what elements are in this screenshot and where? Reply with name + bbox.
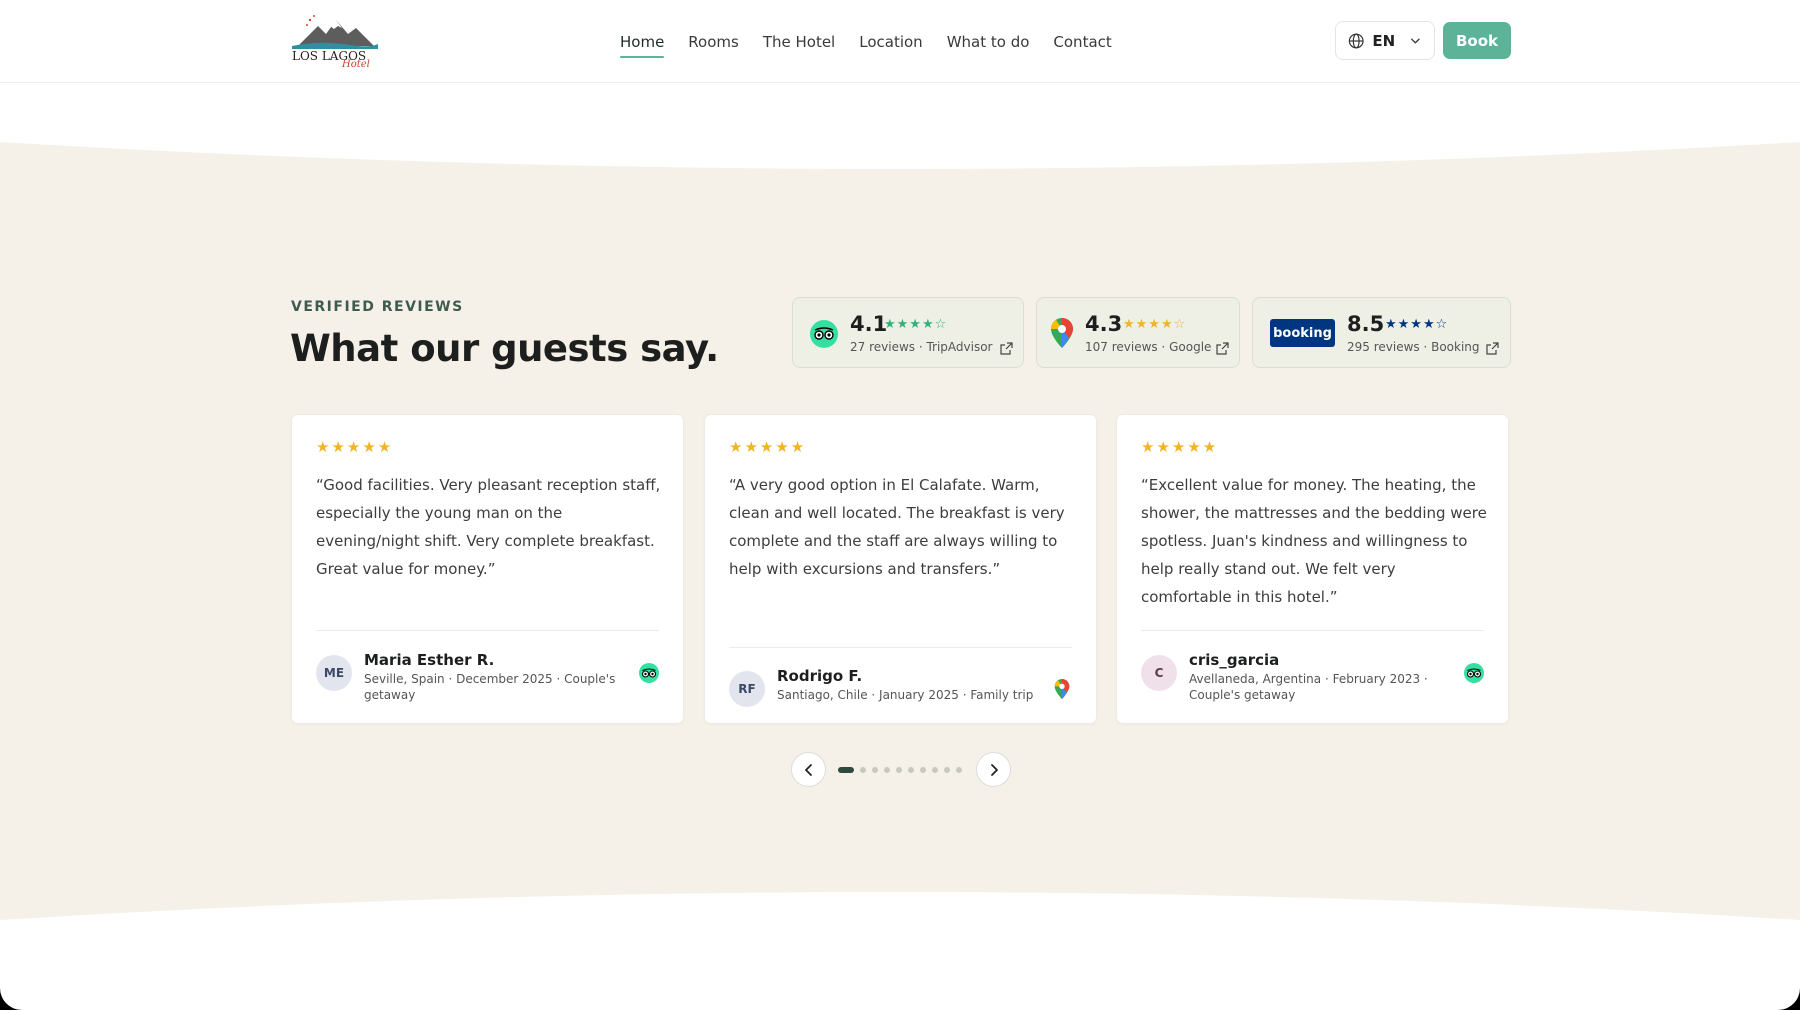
rating-summary: 107 reviews · Google — [1085, 340, 1212, 354]
pager-dot[interactable] — [838, 767, 854, 773]
tripadvisor-icon — [810, 320, 838, 348]
carousel-pager — [791, 752, 1011, 788]
rating-score: 4.1 — [850, 312, 888, 336]
pager-dot[interactable] — [956, 767, 962, 773]
pager-dot[interactable] — [944, 767, 950, 773]
chevron-right-icon — [990, 763, 998, 776]
tripadvisor-icon — [639, 663, 659, 683]
review-text: “A very good option in El Calafate. Warm… — [729, 476, 1065, 578]
google-maps-pin-icon — [1051, 318, 1073, 348]
rating-summary: 27 reviews · TripAdvisor — [850, 340, 993, 354]
reviewer-meta: Seville, Spain · December 2025 · Couple'… — [364, 672, 616, 702]
pager-dot[interactable] — [884, 767, 890, 773]
rating-card-tripadvisor[interactable]: 4.1 ★★★★☆ 27 reviews · TripAdvisor — [792, 297, 1024, 368]
site-header: LOS LAGOS Hotel Home Rooms The Hotel Loc… — [0, 0, 1800, 83]
divider — [1141, 630, 1484, 631]
nav-contact[interactable]: Contact — [1053, 27, 1111, 57]
google-maps-pin-icon — [1054, 679, 1070, 699]
reviewer-name: Rodrigo F. — [777, 667, 863, 685]
section-title: What our guests say. — [290, 327, 719, 370]
review-card: ★★★★★ “Good facilities. Very pleasant re… — [291, 414, 684, 724]
book-button[interactable]: Book — [1443, 22, 1511, 59]
pager-dot[interactable] — [860, 767, 866, 773]
pager-dot[interactable] — [896, 767, 902, 773]
rating-stars: ★★★★☆ — [884, 317, 948, 332]
tripadvisor-icon — [1464, 663, 1484, 683]
nav-home[interactable]: Home — [620, 27, 665, 58]
rating-card-google[interactable]: 4.3 ★★★★☆ 107 reviews · Google — [1036, 297, 1240, 368]
nav-rooms[interactable]: Rooms — [688, 27, 739, 57]
divider — [729, 647, 1072, 648]
booking-logo: booking — [1270, 319, 1335, 347]
nav-what-to-do[interactable]: What to do — [947, 27, 1030, 57]
hotel-logo[interactable]: LOS LAGOS Hotel — [290, 12, 380, 70]
rating-score: 8.5 — [1347, 312, 1385, 336]
prev-button[interactable] — [791, 752, 826, 787]
nav-location[interactable]: Location — [859, 27, 922, 57]
review-card: ★★★★★ “A very good option in El Calafate… — [704, 414, 1097, 724]
page: LOS LAGOS Hotel Home Rooms The Hotel Loc… — [0, 0, 1800, 1010]
language-label: EN — [1372, 31, 1396, 50]
review-stars: ★★★★★ — [729, 438, 807, 456]
review-stars: ★★★★★ — [316, 438, 394, 456]
nav-the-hotel[interactable]: The Hotel — [763, 27, 835, 57]
rating-stars: ★★★★☆ — [1123, 317, 1187, 332]
reviewer-name: Maria Esther R. — [364, 651, 495, 669]
svg-text:Hotel: Hotel — [341, 59, 370, 68]
pager-dot[interactable] — [932, 767, 938, 773]
pager-dot[interactable] — [872, 767, 878, 773]
section-eyebrow: VERIFIED REVIEWS — [291, 299, 464, 315]
rating-score: 4.3 — [1085, 312, 1123, 336]
avatar: ME — [316, 655, 352, 691]
external-link-icon — [1216, 342, 1229, 355]
review-text: “Excellent value for money. The heating,… — [1141, 476, 1487, 606]
review-card: ★★★★★ “Excellent value for money. The he… — [1116, 414, 1509, 724]
review-text: “Good facilities. Very pleasant receptio… — [316, 476, 661, 578]
divider — [316, 630, 659, 631]
rating-card-booking[interactable]: booking 8.5 ★★★★☆ 295 reviews · Booking — [1252, 297, 1511, 368]
review-stars: ★★★★★ — [1141, 438, 1219, 456]
reviewer-name: cris_garcia — [1189, 651, 1280, 669]
next-button[interactable] — [976, 752, 1011, 787]
main-nav: Home Rooms The Hotel Location What to do… — [620, 0, 1112, 83]
rating-summary: 295 reviews · Booking — [1347, 340, 1480, 354]
reviewer-meta: Avellaneda, Argentina · February 2023 · … — [1189, 672, 1428, 702]
pager-dot[interactable] — [908, 767, 914, 773]
external-link-icon — [1000, 342, 1013, 355]
avatar: RF — [729, 671, 765, 707]
pager-dot[interactable] — [920, 767, 926, 773]
rating-stars: ★★★★☆ — [1385, 317, 1449, 332]
language-selector[interactable]: EN — [1335, 21, 1435, 60]
chevron-down-icon — [1411, 37, 1420, 44]
avatar: C — [1141, 655, 1177, 691]
reviewer-meta: Santiago, Chile · January 2025 · Family … — [777, 688, 1034, 702]
chevron-left-icon — [804, 763, 812, 776]
globe-icon — [1348, 33, 1364, 48]
hotel-logo-image: LOS LAGOS Hotel — [292, 15, 378, 70]
external-link-icon — [1486, 342, 1499, 355]
